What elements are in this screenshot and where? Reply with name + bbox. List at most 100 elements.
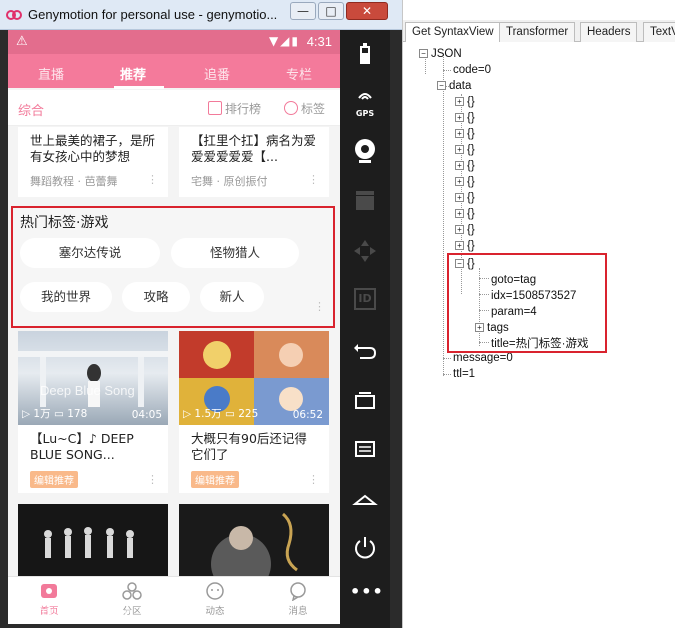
- tree-node-item[interactable]: +{}: [455, 126, 475, 142]
- tab-recommend[interactable]: 推荐: [120, 64, 146, 83]
- tab-transformer[interactable]: Transformer: [499, 22, 576, 42]
- tab-headers[interactable]: Headers: [580, 22, 638, 42]
- battery-button[interactable]: [350, 40, 380, 70]
- id-icon: ID: [354, 288, 376, 310]
- collapse-icon[interactable]: −: [419, 49, 428, 58]
- tree-node-data[interactable]: − data: [437, 78, 471, 94]
- tags-label: 标签: [301, 102, 326, 116]
- tree-node-item[interactable]: +{}: [455, 94, 475, 110]
- more-options-icon[interactable]: ⋮: [314, 300, 325, 313]
- expand-icon[interactable]: +: [455, 129, 464, 138]
- tab-syntaxview[interactable]: Get SyntaxView: [405, 22, 501, 42]
- power-icon: [355, 537, 375, 559]
- webcam-button[interactable]: [350, 136, 380, 166]
- recent-apps-button[interactable]: [350, 386, 380, 416]
- menu-button[interactable]: [350, 434, 380, 464]
- tree-node-ttl[interactable]: ttl=1: [453, 366, 475, 382]
- video-card[interactable]: [179, 504, 329, 594]
- maximize-button[interactable]: □: [318, 2, 344, 20]
- video-meta: 舞蹈教程 · 芭蕾舞: [30, 175, 118, 188]
- json-tree: − JSON code=0 − data +{} +{} +{} +{} +{} +…: [403, 42, 675, 628]
- comprehensive-label[interactable]: 综合: [18, 100, 44, 119]
- expand-icon[interactable]: +: [455, 161, 464, 170]
- node-label: JSON: [431, 48, 462, 60]
- tag-guide[interactable]: 攻略: [122, 282, 190, 312]
- category-icon: [122, 582, 142, 600]
- thumbnail-caption: Deep Blue Song: [40, 383, 135, 398]
- tab-column[interactable]: 专栏: [286, 64, 312, 83]
- expand-icon[interactable]: +: [455, 113, 464, 122]
- tree-node-item[interactable]: +{}: [455, 142, 475, 158]
- more-button[interactable]: •••: [350, 582, 383, 612]
- tag-newcomer[interactable]: 新人: [200, 282, 264, 312]
- expand-icon[interactable]: +: [455, 241, 464, 250]
- tab-live[interactable]: 直播: [38, 64, 64, 83]
- tree-node-item[interactable]: +{}: [455, 206, 475, 222]
- video-thumbnail: [179, 504, 329, 594]
- video-title: 世上最美的裙子，是所有女孩心中的梦想: [30, 133, 156, 164]
- close-button[interactable]: ✕: [346, 2, 388, 20]
- video-card[interactable]: Deep Blue Song ▷ 1万 ▭ 178 04:05 【Lu~C】♪ …: [18, 331, 168, 493]
- video-card[interactable]: ▷ 1.5万 ▭ 225 06:52 大概只有90后还记得它们了 编辑推荐 ⋮: [179, 331, 329, 493]
- more-options-icon[interactable]: ⋮: [147, 173, 158, 186]
- tree-node-item[interactable]: +{}: [455, 222, 475, 238]
- expand-icon[interactable]: +: [455, 145, 464, 154]
- status-clock: 4:31: [306, 34, 332, 49]
- active-tab-indicator: [114, 86, 164, 89]
- tag-monster-hunter[interactable]: 怪物猎人: [171, 238, 299, 268]
- android-screen[interactable]: ⚠ ▼◢▮ 4:31 直播 推荐 追番 专栏 综合 排行榜 标签 世上最美的裙子…: [8, 30, 340, 624]
- more-options-icon[interactable]: ⋮: [147, 473, 158, 486]
- device-id-button[interactable]: ID: [350, 284, 380, 314]
- tree-node-item[interactable]: +{}: [455, 110, 475, 126]
- nav-messages[interactable]: 消息: [268, 581, 328, 617]
- nav-dynamic[interactable]: 动态: [185, 581, 245, 617]
- tab-textview[interactable]: TextView: [643, 22, 675, 42]
- node-label: {}: [467, 208, 475, 220]
- expand-icon[interactable]: +: [455, 97, 464, 106]
- tree-node-item[interactable]: +{}: [455, 238, 475, 254]
- collapse-icon[interactable]: −: [437, 81, 446, 90]
- dpad-button[interactable]: [350, 236, 380, 266]
- node-label: {}: [467, 144, 475, 156]
- recent-apps-icon: [355, 392, 375, 409]
- nav-dynamic-label: 动态: [205, 606, 225, 617]
- capture-button[interactable]: [350, 186, 380, 216]
- power-button[interactable]: [350, 532, 380, 562]
- sub-header: 综合 排行榜 标签: [8, 90, 340, 126]
- tree-node-item[interactable]: +{}: [455, 174, 475, 190]
- window-titlebar: Genymotion for personal use - genymotio.…: [0, 0, 402, 30]
- video-card[interactable]: 【扛里个扛】病名为爱爱爱爱爱爱【... 宅舞 · 原创振付 ⋮: [179, 127, 329, 197]
- tab-bangumi[interactable]: 追番: [204, 64, 230, 83]
- tree-node-root[interactable]: − JSON: [419, 46, 462, 62]
- tag-minecraft[interactable]: 我的世界: [20, 282, 112, 312]
- tags-link[interactable]: 标签: [284, 100, 325, 117]
- minimize-button[interactable]: —: [290, 2, 316, 20]
- home-hw-icon: [352, 494, 378, 505]
- tree-node-item[interactable]: +{}: [455, 158, 475, 174]
- expand-icon[interactable]: +: [455, 193, 464, 202]
- gps-button[interactable]: GPS: [350, 88, 380, 118]
- viewer-tabs: Get SyntaxView Transformer Headers TextV…: [403, 20, 675, 42]
- tag-zelda[interactable]: 塞尔达传说: [20, 238, 160, 268]
- tree-node-item[interactable]: +{}: [455, 190, 475, 206]
- video-card[interactable]: [18, 504, 168, 576]
- dpad-icon: [354, 240, 376, 262]
- expand-icon[interactable]: +: [455, 209, 464, 218]
- genymotion-window: Genymotion for personal use - genymotio.…: [0, 0, 402, 628]
- ranking-link[interactable]: 排行榜: [208, 100, 261, 117]
- node-label: {}: [467, 160, 475, 172]
- home-button[interactable]: [350, 484, 380, 514]
- clapper-icon: [356, 191, 374, 210]
- video-card[interactable]: 世上最美的裙子，是所有女孩心中的梦想 舞蹈教程 · 芭蕾舞 ⋮: [18, 127, 168, 197]
- tree-node-code[interactable]: code=0: [453, 62, 491, 78]
- expand-icon[interactable]: +: [455, 225, 464, 234]
- more-options-icon[interactable]: ⋮: [308, 473, 319, 486]
- home-icon: [41, 584, 57, 598]
- editor-pick-badge: 编辑推荐: [30, 471, 78, 488]
- more-options-icon[interactable]: ⋮: [308, 173, 319, 186]
- video-title: 【Lu~C】♪ DEEP BLUE SONG...: [30, 431, 134, 462]
- warning-icon: ⚠: [16, 34, 28, 49]
- back-button[interactable]: [350, 336, 380, 366]
- expand-icon[interactable]: +: [455, 177, 464, 186]
- video-duration: 04:05: [131, 409, 162, 421]
